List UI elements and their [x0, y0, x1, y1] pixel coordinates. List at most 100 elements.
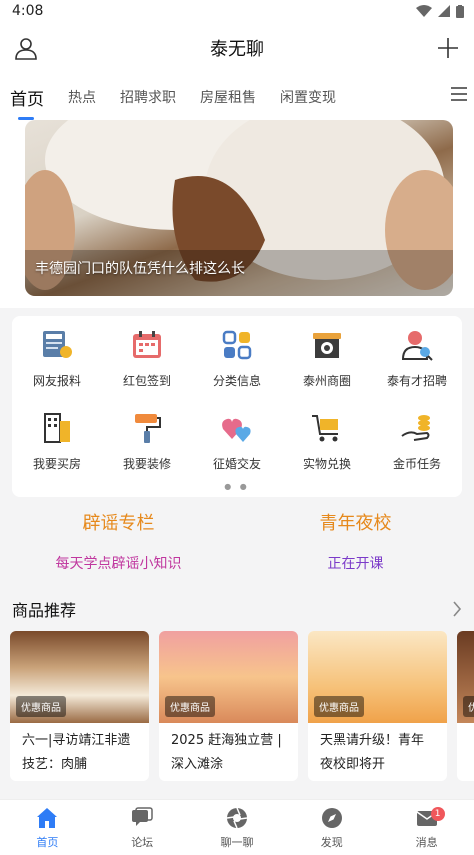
- nav-label: 首页: [36, 835, 59, 849]
- building-icon: [44, 413, 70, 443]
- section-title: 商品推荐: [12, 601, 77, 620]
- entry-reports[interactable]: 网友报料: [12, 328, 102, 389]
- status-bar: 4:08: [0, 0, 474, 22]
- goods-image: 优惠商品: [457, 631, 474, 723]
- entry-label: 网友报料: [32, 374, 81, 388]
- entry-checkin[interactable]: 红包签到: [102, 328, 192, 389]
- status-icons: [416, 4, 464, 18]
- entry-renovation[interactable]: 我要装修: [102, 411, 192, 472]
- home-feed: 丰德园门口的队伍凭什么排这么长 网友报料 红包签到 分类信息 泰州商圈 泰有才招…: [0, 120, 474, 781]
- user-icon: [15, 38, 37, 60]
- hearts-icon: [222, 418, 251, 442]
- category-grid-icon: [222, 330, 252, 360]
- tab-hot[interactable]: 热点: [68, 74, 96, 120]
- forum-icon: [132, 806, 153, 826]
- paint-roller-icon: [135, 414, 161, 443]
- plus-icon: [438, 38, 458, 58]
- goods-image: 优惠商品: [10, 631, 149, 723]
- entry-label: 泰有才招聘: [386, 374, 447, 388]
- nav-messages[interactable]: 1 消息: [379, 800, 474, 855]
- goods-section-header[interactable]: 商品推荐: [0, 583, 474, 631]
- nav-label: 聊一聊: [220, 835, 254, 849]
- profile-button[interactable]: [12, 34, 40, 62]
- entry-label: 征婚交友: [212, 457, 261, 471]
- nav-label: 发现: [320, 835, 343, 849]
- entry-dating[interactable]: 征婚交友: [192, 411, 282, 472]
- entry-label: 我要买房: [32, 457, 81, 471]
- news-icon: [43, 331, 72, 358]
- entry-coin-tasks[interactable]: 金币任务: [372, 411, 462, 472]
- banner-carousel[interactable]: 丰德园门口的队伍凭什么排这么长: [25, 120, 453, 296]
- entry-label: 金币任务: [392, 457, 441, 471]
- entry-label: 我要装修: [122, 457, 171, 471]
- nav-home[interactable]: 首页: [0, 800, 95, 855]
- aperture-icon: [226, 807, 248, 828]
- status-time: 4:08: [12, 3, 44, 19]
- promo-title: 辟谣专栏: [82, 513, 155, 534]
- battery-icon: [456, 4, 464, 18]
- goods-image: 优惠商品: [159, 631, 298, 723]
- nav-label: 论坛: [131, 835, 154, 849]
- entry-buy-house[interactable]: 我要买房: [12, 411, 102, 472]
- quick-entry-card: 网友报料 红包签到 分类信息 泰州商圈 泰有才招聘 我要买房 我要装修 征婚交友…: [12, 316, 462, 497]
- goods-badge: 优惠商品: [16, 696, 66, 717]
- promo-night-school[interactable]: 青年夜校 正在开课: [237, 509, 474, 573]
- banner-section: 丰德园门口的队伍凭什么排这么长: [0, 120, 474, 308]
- quick-entry-grid: 网友报料 红包签到 分类信息 泰州商圈 泰有才招聘 我要买房 我要装修 征婚交友…: [12, 328, 462, 472]
- entry-label: 实物兑换: [302, 457, 351, 471]
- recruit-person-icon: [401, 331, 433, 361]
- shop-icon: [313, 333, 341, 358]
- entry-exchange[interactable]: 实物兑换: [282, 411, 372, 472]
- tab-secondhand[interactable]: 闲置变现: [280, 74, 336, 120]
- compass-icon: [321, 807, 342, 828]
- title-bar: 泰无聊: [0, 22, 474, 74]
- coin-hand-icon: [401, 415, 430, 441]
- goods-image: 优惠商品: [308, 631, 447, 723]
- promo-subtitle: 正在开课: [327, 556, 384, 572]
- entry-recruitment[interactable]: 泰有才招聘: [372, 328, 462, 389]
- tab-menu-button[interactable]: [450, 86, 468, 106]
- nav-discover[interactable]: 发现: [284, 800, 379, 855]
- goods-card[interactable]: 优惠商品 2025 赶海独立营 | 深入滩涂: [159, 631, 298, 781]
- tab-home[interactable]: 首页: [10, 74, 44, 120]
- nav-forum[interactable]: 论坛: [95, 800, 190, 855]
- calendar-icon: [133, 331, 161, 358]
- goods-badge: 优惠商品: [165, 696, 215, 717]
- app-screen: 4:08 泰无聊 首页 热点 招聘求职 房屋租售 闲置变现 丰德园门口的队伍凭什…: [0, 0, 474, 855]
- app-title: 泰无聊: [210, 39, 264, 60]
- goods-card[interactable]: 优惠商品 六一|寻访靖江非遗技艺：肉脯: [10, 631, 149, 781]
- goods-card[interactable]: 优惠商品: [457, 631, 474, 781]
- entry-business-district[interactable]: 泰州商圈: [282, 328, 372, 389]
- goods-name: [457, 723, 474, 781]
- chevron-right-icon: [453, 601, 462, 617]
- tab-jobs[interactable]: 招聘求职: [120, 74, 176, 120]
- goods-badge: 优惠商品: [314, 696, 364, 717]
- goods-name: 六一|寻访靖江非遗技艺：肉脯: [22, 733, 131, 772]
- promo-title: 青年夜校: [319, 513, 392, 534]
- promo-section: 辟谣专栏 每天学点辟谣小知识 青年夜校 正在开课: [0, 497, 474, 583]
- goods-badge: 优惠商品: [463, 696, 474, 717]
- message-badge: 1: [430, 807, 445, 821]
- nav-chat[interactable]: 聊一聊: [190, 800, 285, 855]
- entry-label: 红包签到: [122, 374, 171, 388]
- goods-card[interactable]: 优惠商品 天黑请升级！青年夜校即将开: [308, 631, 447, 781]
- add-button[interactable]: [434, 34, 462, 62]
- channel-tabs: 首页 热点 招聘求职 房屋租售 闲置变现: [0, 74, 474, 120]
- promo-subtitle: 每天学点辟谣小知识: [55, 556, 182, 572]
- goods-carousel: 优惠商品 六一|寻访靖江非遗技艺：肉脯 优惠商品 2025 赶海独立营 | 深入…: [0, 631, 474, 781]
- cart-icon: [312, 415, 338, 442]
- nav-label: 消息: [415, 835, 438, 849]
- entry-classifieds[interactable]: 分类信息: [192, 328, 282, 389]
- home-icon: [37, 807, 58, 828]
- signal-icon: [438, 5, 450, 17]
- tab-housing[interactable]: 房屋租售: [200, 74, 256, 120]
- bottom-navigation: 首页 论坛 聊一聊 发现 1 消息: [0, 799, 474, 855]
- wifi-icon: [416, 5, 432, 17]
- goods-name: 天黑请升级！青年夜校即将开: [320, 733, 425, 772]
- page-indicator: ● ●: [224, 482, 250, 491]
- entry-label: 泰州商圈: [302, 374, 351, 388]
- entry-label: 分类信息: [212, 374, 261, 388]
- promo-rumor-column[interactable]: 辟谣专栏 每天学点辟谣小知识: [0, 509, 237, 573]
- hamburger-icon: [451, 87, 467, 101]
- goods-name: 2025 赶海独立营 | 深入滩涂: [171, 733, 282, 772]
